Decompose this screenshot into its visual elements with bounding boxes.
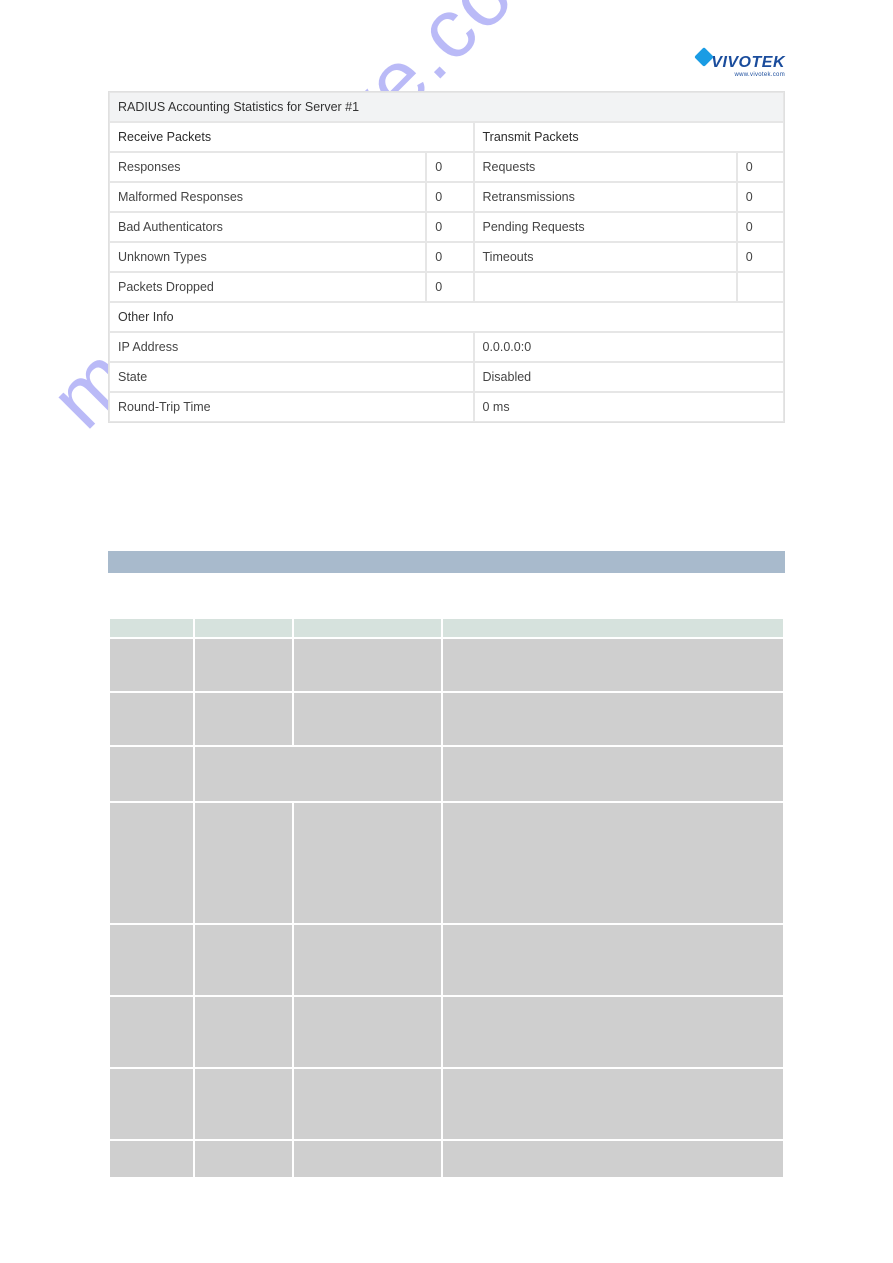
obscured-cell: [110, 639, 193, 691]
obscured-cell: [294, 1069, 441, 1139]
cell-label: [474, 272, 737, 302]
obscured-cell: [443, 639, 783, 691]
section-divider-bar: [108, 551, 785, 573]
obscured-cell: [110, 925, 193, 995]
cell-label: Bad Authenticators: [109, 212, 426, 242]
vivotek-logo: VIVOTEK www.vivotek.com: [711, 54, 785, 78]
cell-value: 0: [426, 242, 473, 272]
logo-row: VIVOTEK www.vivotek.com: [108, 54, 785, 79]
obscured-cell: [110, 747, 193, 801]
obscured-cell: [195, 747, 440, 801]
cell-value: 0: [737, 242, 784, 272]
cell-label: State: [109, 362, 474, 392]
obscured-cell: [443, 925, 783, 995]
transmit-packets-header: Transmit Packets: [474, 122, 785, 152]
cell-label: Round-Trip Time: [109, 392, 474, 422]
obscured-cell: [443, 997, 783, 1067]
obscured-cell: [443, 1141, 783, 1177]
obscured-cell: [443, 619, 783, 637]
obscured-cell: [294, 997, 441, 1067]
table-title: RADIUS Accounting Statistics for Server …: [109, 92, 784, 122]
obscured-cell: [195, 1069, 292, 1139]
cell-label: Retransmissions: [474, 182, 737, 212]
obscured-cell: [294, 639, 441, 691]
cell-value: 0: [426, 182, 473, 212]
obscured-cell: [443, 747, 783, 801]
obscured-cell: [443, 803, 783, 923]
obscured-cell: [443, 1069, 783, 1139]
cell-value: 0: [426, 272, 473, 302]
cell-value: 0: [426, 152, 473, 182]
obscured-cell: [195, 619, 292, 637]
cell-label: IP Address: [109, 332, 474, 362]
cell-value: Disabled: [474, 362, 785, 392]
cell-value: [737, 272, 784, 302]
obscured-cell: [110, 1141, 193, 1177]
obscured-cell: [110, 693, 193, 745]
cell-label: Responses: [109, 152, 426, 182]
cell-value: 0: [737, 152, 784, 182]
cell-value: 0: [737, 182, 784, 212]
logo-subtext: www.vivotek.com: [711, 72, 785, 78]
obscured-cell: [294, 925, 441, 995]
logo-text: VIVOTEK: [711, 54, 785, 71]
obscured-cell: [195, 693, 292, 745]
cell-label: Requests: [474, 152, 737, 182]
obscured-cell: [110, 1069, 193, 1139]
cell-label: Timeouts: [474, 242, 737, 272]
obscured-cell: [195, 639, 292, 691]
obscured-cell: [294, 619, 441, 637]
cell-value: 0 ms: [474, 392, 785, 422]
obscured-cell: [110, 803, 193, 923]
radius-accounting-table: RADIUS Accounting Statistics for Server …: [108, 91, 785, 423]
obscured-cell: [195, 925, 292, 995]
cell-label: Packets Dropped: [109, 272, 426, 302]
obscured-cell: [443, 693, 783, 745]
obscured-cell: [294, 693, 441, 745]
obscured-table: [108, 617, 785, 1179]
other-info-header: Other Info: [109, 302, 784, 332]
receive-packets-header: Receive Packets: [109, 122, 474, 152]
obscured-cell: [195, 997, 292, 1067]
cell-value: 0.0.0.0:0: [474, 332, 785, 362]
obscured-cell: [294, 1141, 441, 1177]
obscured-cell: [110, 619, 193, 637]
cell-value: 0: [426, 212, 473, 242]
cell-label: Unknown Types: [109, 242, 426, 272]
obscured-cell: [195, 1141, 292, 1177]
obscured-cell: [294, 803, 441, 923]
obscured-cell: [195, 803, 292, 923]
cell-value: 0: [737, 212, 784, 242]
obscured-cell: [110, 997, 193, 1067]
cell-label: Malformed Responses: [109, 182, 426, 212]
cell-label: Pending Requests: [474, 212, 737, 242]
